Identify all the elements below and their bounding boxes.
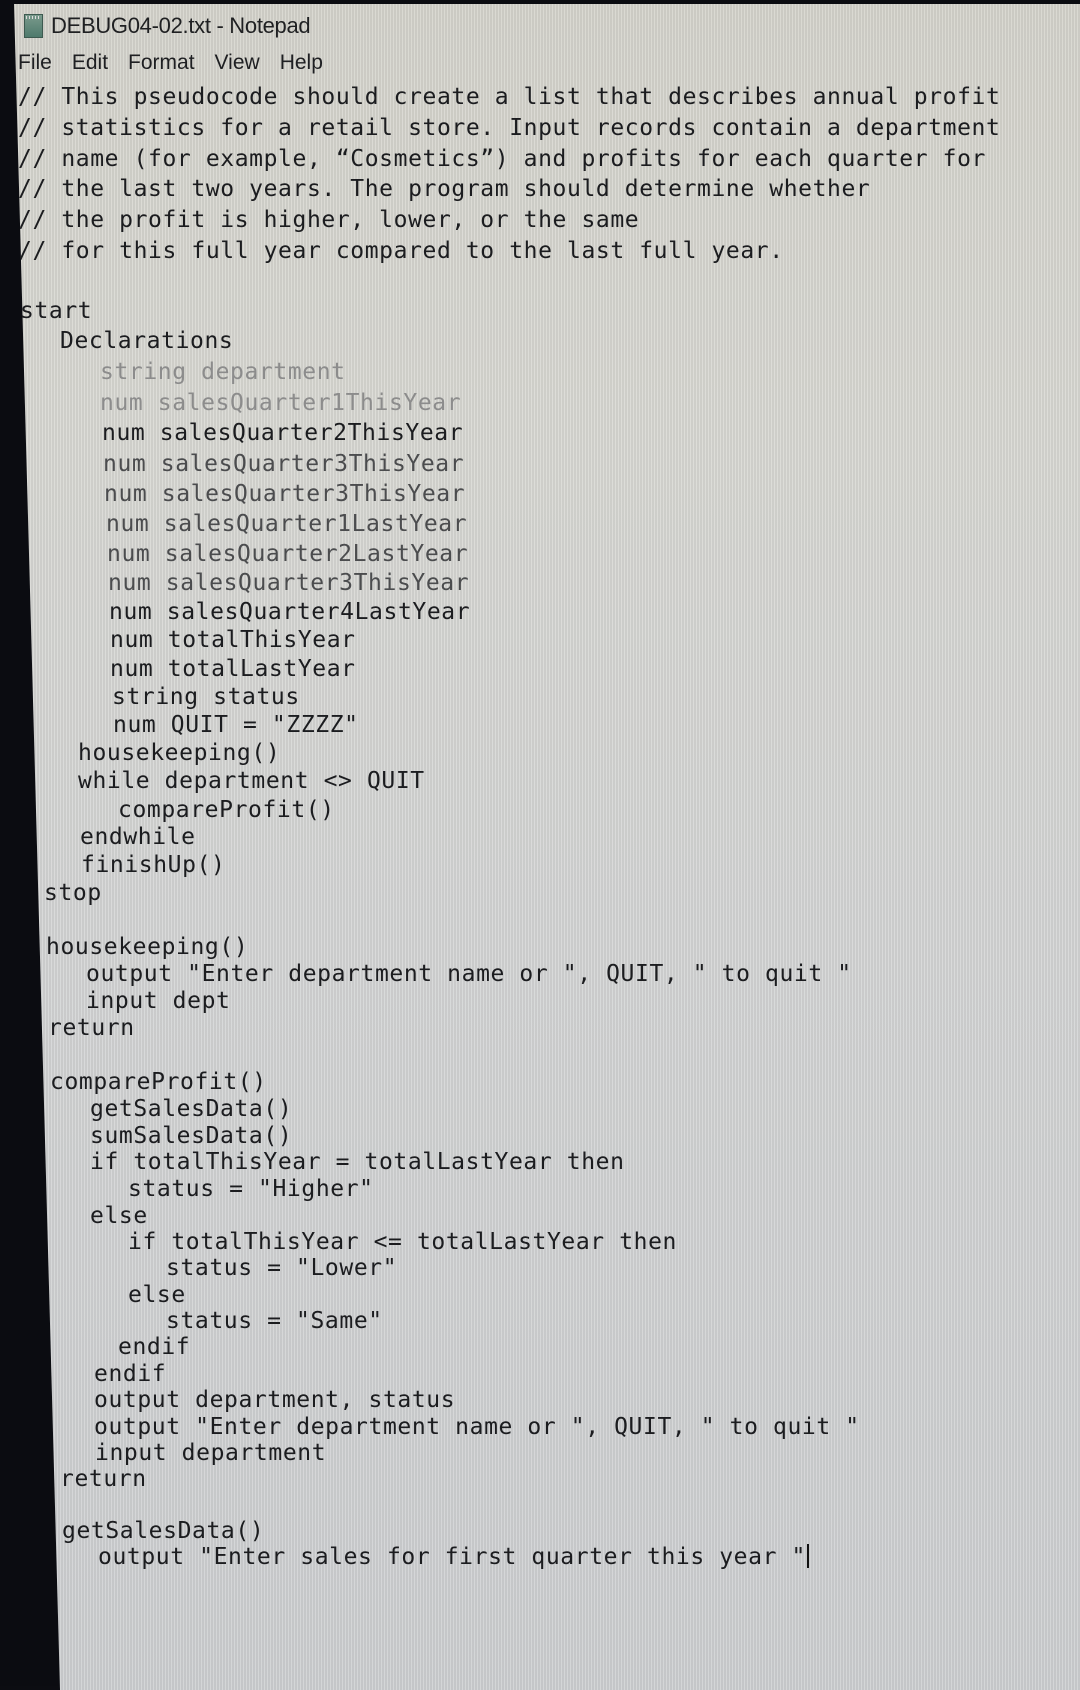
code-line: string status: [112, 684, 300, 710]
text-editor[interactable]: // This pseudocode should create a list …: [14, 84, 1080, 1690]
code-line: return: [60, 1466, 147, 1492]
code-line: stop: [44, 880, 102, 906]
code-line: num salesQuarter2LastYear: [107, 541, 469, 567]
code-line: // the last two years. The program shoul…: [18, 176, 871, 202]
code-line: finishUp(): [81, 852, 226, 878]
code-line: num totalThisYear: [110, 627, 356, 653]
code-line: if totalThisYear <= totalLastYear then: [128, 1229, 677, 1255]
title-bar: DEBUG04-02.txt - Notepad: [24, 8, 311, 44]
code-line: housekeeping(): [46, 934, 249, 960]
menu-view[interactable]: View: [215, 51, 270, 75]
code-line-text: output "Enter sales for first quarter th…: [98, 1544, 806, 1570]
code-line: else: [90, 1203, 148, 1229]
code-line: else: [128, 1282, 186, 1308]
code-line: Declarations: [60, 328, 234, 354]
code-line: return: [48, 1015, 135, 1041]
code-line: // statistics for a retail store. Input …: [18, 115, 1001, 141]
code-line: start: [20, 298, 93, 324]
code-line: // This pseudocode should create a list …: [18, 84, 1001, 110]
menu-file[interactable]: File: [18, 51, 62, 75]
text-cursor: [806, 1544, 809, 1568]
code-line: while department <> QUIT: [78, 768, 425, 794]
code-line: // for this full year compared to the la…: [18, 238, 784, 264]
code-line: getSalesData(): [62, 1518, 265, 1544]
code-line: output "Enter department name or ", QUIT…: [94, 1414, 860, 1440]
code-line: output department, status: [94, 1387, 456, 1413]
code-line: endif: [94, 1361, 167, 1387]
code-line: // the profit is higher, lower, or the s…: [18, 207, 640, 233]
code-line: num totalLastYear: [110, 656, 356, 682]
code-line: status = "Higher": [128, 1176, 374, 1202]
code-line: status = "Lower": [166, 1255, 398, 1281]
code-line: num salesQuarter3ThisYear: [103, 451, 465, 477]
code-line: endif: [118, 1334, 191, 1360]
code-line-with-cursor: output "Enter sales for first quarter th…: [98, 1544, 809, 1570]
menu-help[interactable]: Help: [280, 51, 333, 75]
code-line: num salesQuarter3ThisYear: [108, 570, 470, 596]
code-line: getSalesData(): [90, 1096, 293, 1122]
code-line: num QUIT = "ZZZZ": [113, 712, 359, 738]
code-line: string department: [100, 359, 346, 385]
code-line: status = "Same": [166, 1308, 383, 1334]
code-line: num salesQuarter3ThisYear: [104, 481, 466, 507]
code-line: input department: [95, 1440, 327, 1466]
notepad-icon: [24, 14, 43, 38]
code-line: endwhile: [80, 824, 196, 850]
menu-bar: File Edit Format View Help: [18, 48, 343, 78]
code-line: input dept: [86, 988, 231, 1014]
menu-format[interactable]: Format: [128, 51, 205, 75]
code-line: sumSalesData(): [90, 1123, 293, 1149]
window-title: DEBUG04-02.txt - Notepad: [51, 13, 311, 38]
code-line: num salesQuarter4LastYear: [109, 599, 471, 625]
code-line: compareProfit(): [50, 1069, 267, 1095]
menu-edit[interactable]: Edit: [72, 51, 118, 75]
code-line: // name (for example, “Cosmetics”) and p…: [18, 146, 986, 172]
code-line: num salesQuarter1LastYear: [106, 511, 468, 537]
code-line: housekeeping(): [78, 740, 281, 766]
code-line: compareProfit(): [118, 797, 335, 823]
notepad-window: DEBUG04-02.txt - Notepad File Edit Forma…: [14, 4, 1080, 1690]
code-line: output "Enter department name or ", QUIT…: [86, 961, 852, 987]
code-line: num salesQuarter1ThisYear: [100, 390, 462, 416]
code-line: if totalThisYear = totalLastYear then: [90, 1149, 625, 1175]
code-line: num salesQuarter2ThisYear: [102, 420, 464, 446]
